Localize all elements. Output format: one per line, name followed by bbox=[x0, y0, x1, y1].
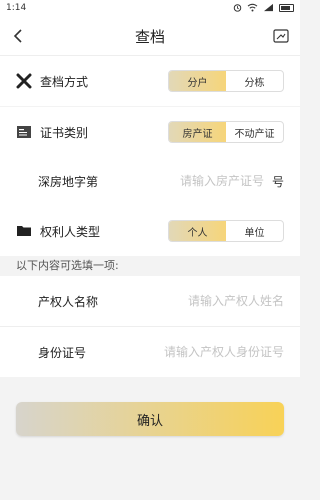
id-number-input[interactable] bbox=[114, 340, 284, 364]
property-number-input[interactable] bbox=[124, 169, 264, 193]
query-method-option-household[interactable]: 分户 bbox=[169, 71, 226, 91]
query-method-option-building[interactable]: 分栋 bbox=[226, 71, 283, 91]
battery-icon bbox=[279, 3, 294, 12]
status-bar: 1:14 bbox=[0, 0, 300, 16]
property-number-row: 深房地字第 号 bbox=[0, 156, 300, 206]
owner-type-option-individual[interactable]: 个人 bbox=[169, 221, 226, 241]
folder-icon bbox=[17, 226, 31, 236]
confirm-button[interactable]: 确认 bbox=[16, 402, 284, 436]
edit-button[interactable] bbox=[270, 25, 292, 47]
optional-hint: 以下内容可选填一项: bbox=[16, 259, 119, 272]
certificate-type-option-realestate[interactable]: 不动产证 bbox=[226, 122, 283, 142]
owner-type-toggle: 个人 单位 bbox=[168, 220, 284, 242]
id-number-row: 身份证号 bbox=[0, 327, 300, 377]
certificate-type-label: 证书类别 bbox=[40, 126, 89, 140]
query-method-row: 查档方式 分户 分栋 bbox=[0, 56, 300, 106]
property-number-label: 深房地字第 bbox=[38, 175, 99, 189]
cross-tools-icon bbox=[16, 73, 32, 89]
owner-name-label: 产权人名称 bbox=[38, 295, 99, 309]
certificate-type-toggle: 房产证 不动产证 bbox=[168, 121, 284, 143]
owner-type-label: 权利人类型 bbox=[40, 225, 101, 239]
status-icons bbox=[233, 3, 294, 12]
property-number-suffix: 号 bbox=[271, 175, 284, 189]
page-title: 查档 bbox=[134, 28, 165, 46]
owner-type-row: 权利人类型 个人 单位 bbox=[0, 206, 300, 256]
certificate-icon bbox=[17, 126, 31, 138]
owner-name-input[interactable] bbox=[114, 289, 284, 313]
owner-type-option-organization[interactable]: 单位 bbox=[226, 221, 283, 241]
status-time: 1:14 bbox=[6, 3, 27, 13]
query-method-toggle: 分户 分栋 bbox=[168, 70, 284, 92]
certificate-type-option-property[interactable]: 房产证 bbox=[169, 122, 226, 142]
alarm-icon bbox=[233, 4, 242, 12]
owner-name-row: 产权人名称 bbox=[0, 276, 300, 326]
certificate-type-row: 证书类别 房产证 不动产证 bbox=[0, 107, 300, 157]
wifi-icon bbox=[247, 3, 258, 12]
id-number-label: 身份证号 bbox=[38, 346, 87, 360]
app-header: 查档 bbox=[0, 16, 300, 56]
signal-icon bbox=[264, 3, 273, 12]
query-method-label: 查档方式 bbox=[40, 75, 89, 89]
edit-icon bbox=[273, 29, 289, 43]
